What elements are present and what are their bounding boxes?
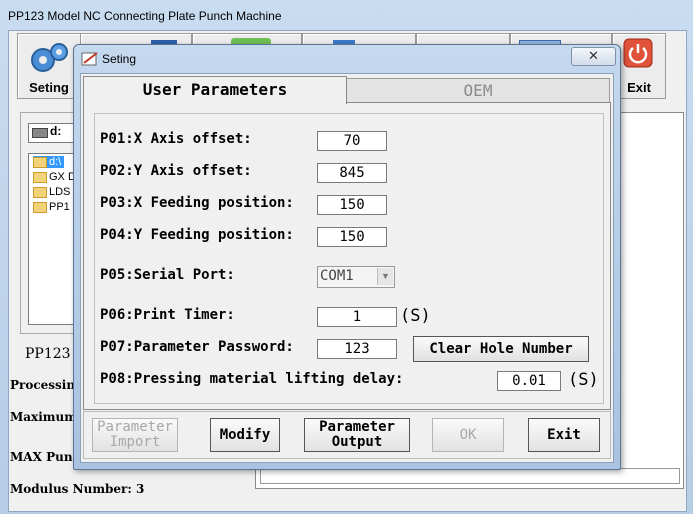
parameter-import-button[interactable]: Parameter Import xyxy=(92,418,178,452)
p06-unit: (S) xyxy=(400,306,431,326)
serial-port-select[interactable]: COM1 ▼ xyxy=(317,266,395,288)
modify-button[interactable]: Modify xyxy=(210,418,280,452)
preview-inner-box xyxy=(260,468,680,484)
p05-label: P05:Serial Port: xyxy=(100,267,235,283)
setting-dialog: Seting ✕ User Parameters OEM P01:X Axis … xyxy=(73,44,621,470)
modulus-number-label: Modulus Number: 3 xyxy=(10,482,145,496)
setting-dialog-icon xyxy=(81,52,98,66)
setting-toolbar-label: Seting xyxy=(29,80,69,95)
p02-label: P02:Y Axis offset: xyxy=(100,163,252,179)
folder-list[interactable]: d:\ GX D LDS PP1 xyxy=(28,153,78,325)
folder-item[interactable]: d:\ xyxy=(33,156,65,168)
folder-label: LDS xyxy=(49,186,71,198)
setting-dialog-title: Seting xyxy=(102,52,137,66)
close-icon: ✕ xyxy=(588,48,599,63)
folder-icon xyxy=(33,171,47,183)
folder-label: PP1 xyxy=(49,201,70,213)
drive-select[interactable]: d: xyxy=(28,123,74,143)
drive-icon xyxy=(32,128,48,138)
file-browser-panel: d: d:\ GX D LDS PP1 xyxy=(20,112,78,334)
p02-input[interactable]: 845 xyxy=(317,163,387,183)
exit-button[interactable]: Exit xyxy=(528,418,600,452)
p06-label: P06:Print Timer: xyxy=(100,307,235,323)
folder-item[interactable]: GX D xyxy=(33,171,76,183)
tab-user-parameters[interactable]: User Parameters xyxy=(83,76,347,104)
p03-input[interactable]: 150 xyxy=(317,195,387,215)
p01-label: P01:X Axis offset: xyxy=(100,131,252,147)
clear-hole-number-button[interactable]: Clear Hole Number xyxy=(413,336,589,362)
p04-label: P04:Y Feeding position: xyxy=(100,227,294,243)
p08-input[interactable]: 0.01 xyxy=(497,371,561,391)
folder-icon xyxy=(33,156,47,168)
maximum-label: Maximum xyxy=(10,410,77,424)
p04-input[interactable]: 150 xyxy=(317,227,387,247)
main-window-title: PP123 Model NC Connecting Plate Punch Ma… xyxy=(8,9,282,23)
serial-port-value: COM1 xyxy=(320,268,354,284)
folder-label: GX D xyxy=(49,171,76,183)
max-punch-label: MAX Punc xyxy=(10,450,80,464)
setting-dialog-client: User Parameters OEM P01:X Axis offset: 7… xyxy=(80,73,614,463)
p08-unit: (S) xyxy=(568,370,599,390)
ok-button[interactable]: OK xyxy=(432,418,504,452)
dialog-button-bar: Parameter Import Modify Parameter Output… xyxy=(83,411,611,459)
folder-icon xyxy=(33,186,47,198)
folder-icon xyxy=(33,201,47,213)
p07-input[interactable]: 123 xyxy=(317,339,397,359)
setting-toolbar-button[interactable]: Seting xyxy=(17,33,81,99)
gear-icon xyxy=(31,43,68,72)
user-parameters-panel: P01:X Axis offset: 70 P02:Y Axis offset:… xyxy=(83,102,611,410)
folder-item[interactable]: LDS xyxy=(33,186,70,198)
p08-label: P08:Pressing material lifting delay: xyxy=(100,371,404,387)
model-label: PP123 xyxy=(25,346,71,362)
parameter-group: P01:X Axis offset: 70 P02:Y Axis offset:… xyxy=(94,113,604,404)
tab-oem[interactable]: OEM xyxy=(346,78,610,103)
p01-input[interactable]: 70 xyxy=(317,131,387,151)
power-icon xyxy=(623,38,653,68)
processing-label: Processin xyxy=(10,378,76,392)
folder-item[interactable]: PP1 xyxy=(33,201,70,213)
parameter-output-button[interactable]: Parameter Output xyxy=(304,418,410,452)
chevron-down-icon: ▼ xyxy=(377,268,393,285)
folder-label: d:\ xyxy=(49,156,62,168)
p07-label: P07:Parameter Password: xyxy=(100,339,294,355)
p03-label: P03:X Feeding position: xyxy=(100,195,294,211)
drive-select-value: d: xyxy=(50,124,62,138)
p06-input[interactable]: 1 xyxy=(317,307,397,327)
close-button[interactable]: ✕ xyxy=(571,47,616,66)
